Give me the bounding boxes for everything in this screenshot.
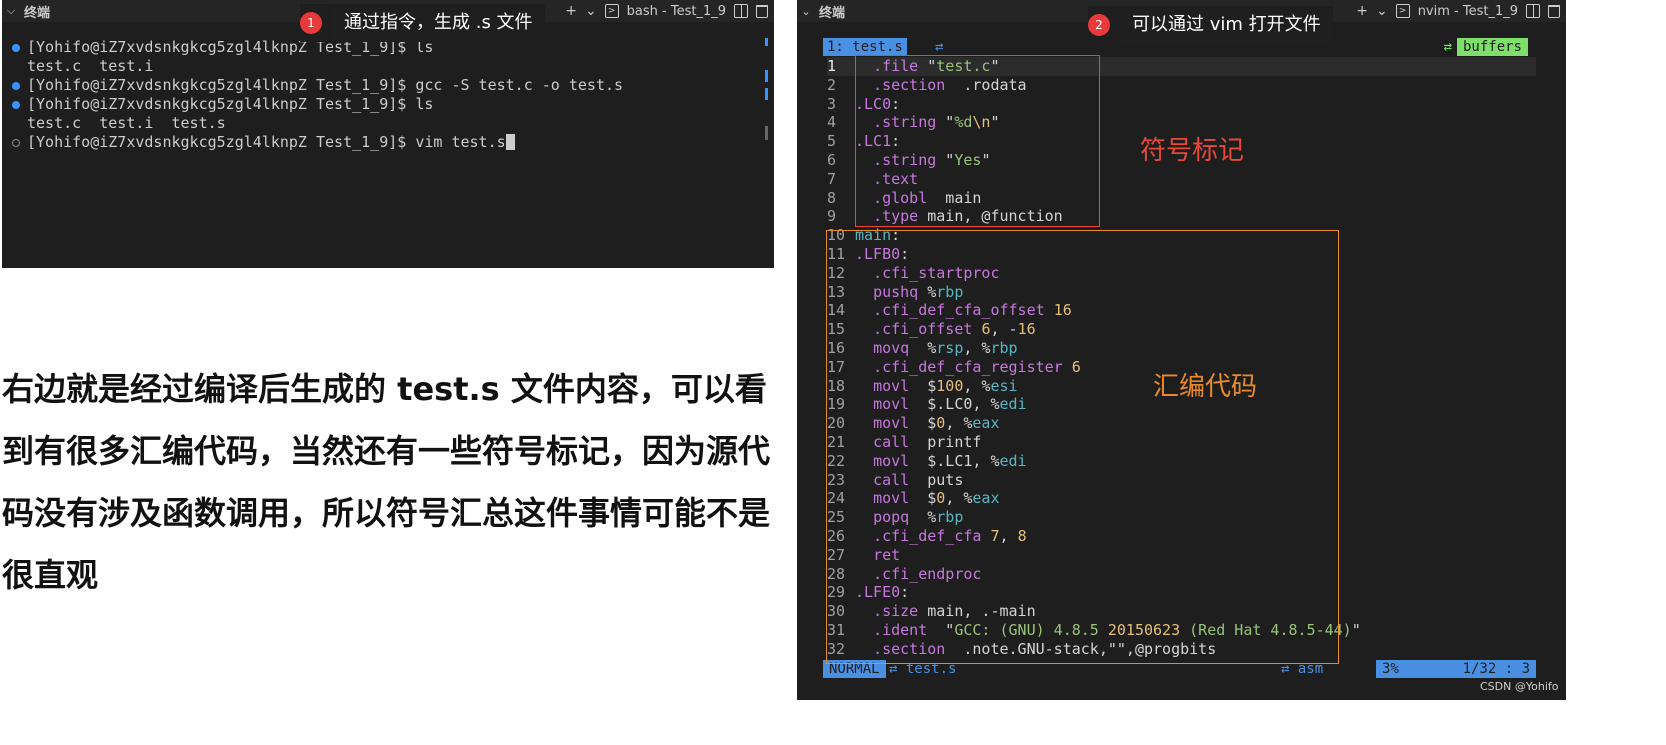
scrollbar[interactable] <box>1544 22 1556 72</box>
callout-1: 1 通过指令，生成 .s 文件 <box>300 4 545 42</box>
scroll-percent: 3% <box>1382 661 1399 677</box>
chevron-down-icon[interactable]: ⌵ <box>2 4 20 18</box>
line-number: 8 <box>827 188 837 207</box>
statusline-position: 3% 1/32 : 3 <box>1376 660 1536 678</box>
terminal-line: test.c test.i <box>27 57 154 75</box>
trash-icon[interactable] <box>1548 4 1560 18</box>
command-success-dot-icon <box>12 44 20 52</box>
line-number: 7 <box>827 169 837 188</box>
split-terminal-icon[interactable] <box>1526 4 1540 18</box>
command-success-dot-icon <box>12 101 20 109</box>
shell-tab-label[interactable]: bash - Test_1_9 <box>627 4 726 19</box>
callout-number-badge: 1 <box>300 12 322 34</box>
trash-icon[interactable] <box>756 4 768 18</box>
callout-text: 通过指令，生成 .s 文件 <box>332 4 545 42</box>
line-number: 1 <box>827 57 837 75</box>
assembly-annotation: 汇编代码 <box>1153 372 1258 402</box>
terminal-line: [Yohifo@iZ7xvdsnkgkcg5zgl4lknpZ Test_1_9… <box>12 95 754 114</box>
panel-title: 终端 <box>819 5 846 21</box>
watermark: CSDN @Yohifo <box>1480 680 1559 693</box>
symbol-annotation: 符号标记 <box>1140 136 1245 166</box>
terminal-line: test.c test.i test.s <box>27 114 226 132</box>
callout-number-badge: 2 <box>1088 14 1110 36</box>
chevron-down-icon[interactable]: ⌄ <box>585 3 597 19</box>
description-text: 右边就是经过编译后生成的 test.s 文件内容，可以看到有很多汇编代码，当然还… <box>2 370 771 594</box>
terminal-toolbar: + ⌄ > bash - Test_1_9 <box>565 0 774 22</box>
command-pending-dot-icon <box>12 139 20 147</box>
panel-title: 终端 <box>24 5 51 21</box>
split-terminal-icon[interactable] <box>734 4 748 18</box>
symbol-section-box <box>855 55 1100 227</box>
line-number: 4 <box>827 113 837 132</box>
buffers-indicator: buffers <box>1456 38 1528 56</box>
plus-icon[interactable]: + <box>1356 3 1368 19</box>
terminal-line: [Yohifo@iZ7xvdsnkgkcg5zgl4lknpZ Test_1_9… <box>12 76 754 95</box>
cursor-position: 1/32 : 3 <box>1462 661 1530 677</box>
terminal-icon: > <box>1395 4 1410 18</box>
terminal-line: [Yohifo@iZ7xvdsnkgkcg5zgl4lknpZ Test_1_9… <box>12 133 754 152</box>
buffers-switch-icon: ⇄ <box>1443 39 1452 55</box>
terminal-icon: > <box>604 4 619 18</box>
callout-2: 2 可以通过 vim 打开文件 <box>1088 6 1333 44</box>
vim-tab-active[interactable]: 1: test.s <box>823 38 907 56</box>
line-number: 3 <box>827 94 837 113</box>
chevron-down-icon[interactable]: ⌄ <box>797 5 815 18</box>
tab-switch-icon: ⇄ <box>935 39 944 55</box>
line-number: 6 <box>827 150 837 169</box>
line-number: 2 <box>827 75 837 94</box>
line-number: 9 <box>827 207 837 226</box>
shell-tab-label[interactable]: nvim - Test_1_9 <box>1418 4 1518 19</box>
line-number: 5 <box>827 132 837 151</box>
terminal-output[interactable]: [Yohifo@iZ7xvdsnkgkcg5zgl4lknpZ Test_1_9… <box>12 38 754 152</box>
chevron-down-icon[interactable]: ⌄ <box>1376 3 1388 19</box>
command-success-dot-icon <box>12 82 20 90</box>
terminal-cursor <box>505 134 515 150</box>
assembly-section-box <box>826 230 1339 664</box>
callout-text: 可以通过 vim 打开文件 <box>1120 6 1333 44</box>
terminal-toolbar: + ⌄ > nvim - Test_1_9 <box>1356 0 1566 22</box>
plus-icon[interactable]: + <box>565 3 577 19</box>
